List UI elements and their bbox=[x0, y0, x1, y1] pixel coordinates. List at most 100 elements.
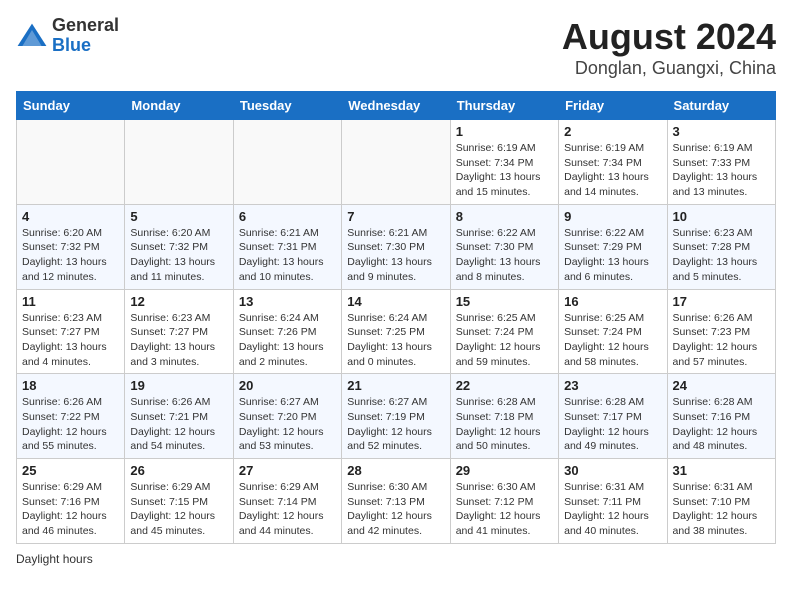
logo-icon bbox=[16, 22, 48, 50]
day-info: Sunrise: 6:22 AM Sunset: 7:30 PM Dayligh… bbox=[456, 226, 553, 285]
day-number: 9 bbox=[564, 209, 661, 224]
calendar-day-cell: 19Sunrise: 6:26 AM Sunset: 7:21 PM Dayli… bbox=[125, 374, 233, 459]
calendar-day-cell: 7 Sunrise: 6:21 AM Sunset: 7:30 PM Daylig… bbox=[342, 204, 450, 289]
day-info: Sunrise: 6:31 AM Sunset: 7:10 PM Dayligh… bbox=[673, 480, 770, 539]
calendar-day-cell: 21Sunrise: 6:27 AM Sunset: 7:19 PM Dayli… bbox=[342, 374, 450, 459]
calendar-day-cell: 30 Sunrise: 6:31 AM Sunset: 7:11 PM Dayli… bbox=[559, 459, 667, 544]
logo-general: General bbox=[52, 15, 119, 35]
day-number: 15 bbox=[456, 294, 553, 309]
day-number: 3 bbox=[673, 124, 770, 139]
footer-label: Daylight hours bbox=[16, 552, 93, 566]
calendar-week-row: 25Sunrise: 6:29 AM Sunset: 7:16 PM Dayli… bbox=[17, 459, 776, 544]
calendar-day-cell: 15Sunrise: 6:25 AM Sunset: 7:24 PM Dayli… bbox=[450, 289, 558, 374]
day-number: 26 bbox=[130, 463, 227, 478]
day-number: 24 bbox=[673, 378, 770, 393]
day-info: Sunrise: 6:28 AM Sunset: 7:18 PM Dayligh… bbox=[456, 395, 553, 454]
day-number: 8 bbox=[456, 209, 553, 224]
day-info: Sunrise: 6:29 AM Sunset: 7:16 PM Dayligh… bbox=[22, 480, 119, 539]
day-number: 20 bbox=[239, 378, 336, 393]
day-number: 23 bbox=[564, 378, 661, 393]
calendar-day-cell: 27 Sunrise: 6:29 AM Sunset: 7:14 PM Dayli… bbox=[233, 459, 341, 544]
calendar-day-cell bbox=[233, 120, 341, 205]
day-number: 28 bbox=[347, 463, 444, 478]
calendar-header-cell: Sunday bbox=[17, 92, 125, 120]
day-number: 21 bbox=[347, 378, 444, 393]
day-info: Sunrise: 6:24 AM Sunset: 7:25 PM Dayligh… bbox=[347, 311, 444, 370]
day-number: 17 bbox=[673, 294, 770, 309]
calendar-day-cell: 11 Sunrise: 6:23 AM Sunset: 7:27 PM Dayli… bbox=[17, 289, 125, 374]
calendar-week-row: 4 Sunrise: 6:20 AM Sunset: 7:32 PM Daylig… bbox=[17, 204, 776, 289]
day-info: Sunrise: 6:21 AM Sunset: 7:30 PM Dayligh… bbox=[347, 226, 444, 285]
calendar-day-cell: 14 Sunrise: 6:24 AM Sunset: 7:25 PM Dayli… bbox=[342, 289, 450, 374]
calendar-day-cell: 9Sunrise: 6:22 AM Sunset: 7:29 PM Daylig… bbox=[559, 204, 667, 289]
calendar-header-cell: Monday bbox=[125, 92, 233, 120]
day-info: Sunrise: 6:23 AM Sunset: 7:27 PM Dayligh… bbox=[130, 311, 227, 370]
day-number: 2 bbox=[564, 124, 661, 139]
calendar-day-cell bbox=[342, 120, 450, 205]
day-number: 4 bbox=[22, 209, 119, 224]
day-info: Sunrise: 6:25 AM Sunset: 7:24 PM Dayligh… bbox=[564, 311, 661, 370]
day-info: Sunrise: 6:20 AM Sunset: 7:32 PM Dayligh… bbox=[22, 226, 119, 285]
calendar-day-cell: 23 Sunrise: 6:28 AM Sunset: 7:17 PM Dayli… bbox=[559, 374, 667, 459]
calendar-day-cell: 6 Sunrise: 6:21 AM Sunset: 7:31 PM Daylig… bbox=[233, 204, 341, 289]
day-number: 27 bbox=[239, 463, 336, 478]
calendar-week-row: 18Sunrise: 6:26 AM Sunset: 7:22 PM Dayli… bbox=[17, 374, 776, 459]
calendar-day-cell: 13 Sunrise: 6:24 AM Sunset: 7:26 PM Dayli… bbox=[233, 289, 341, 374]
day-info: Sunrise: 6:19 AM Sunset: 7:34 PM Dayligh… bbox=[456, 141, 553, 200]
calendar-header-cell: Saturday bbox=[667, 92, 775, 120]
day-info: Sunrise: 6:31 AM Sunset: 7:11 PM Dayligh… bbox=[564, 480, 661, 539]
calendar-day-cell: 8 Sunrise: 6:22 AM Sunset: 7:30 PM Daylig… bbox=[450, 204, 558, 289]
day-info: Sunrise: 6:30 AM Sunset: 7:12 PM Dayligh… bbox=[456, 480, 553, 539]
day-number: 13 bbox=[239, 294, 336, 309]
day-number: 30 bbox=[564, 463, 661, 478]
logo-text: General Blue bbox=[52, 16, 119, 56]
day-number: 6 bbox=[239, 209, 336, 224]
day-number: 18 bbox=[22, 378, 119, 393]
calendar-day-cell: 3 Sunrise: 6:19 AM Sunset: 7:33 PM Daylig… bbox=[667, 120, 775, 205]
day-number: 5 bbox=[130, 209, 227, 224]
day-info: Sunrise: 6:26 AM Sunset: 7:23 PM Dayligh… bbox=[673, 311, 770, 370]
day-number: 14 bbox=[347, 294, 444, 309]
calendar-day-cell: 31Sunrise: 6:31 AM Sunset: 7:10 PM Dayli… bbox=[667, 459, 775, 544]
calendar-header-cell: Thursday bbox=[450, 92, 558, 120]
calendar-day-cell: 12Sunrise: 6:23 AM Sunset: 7:27 PM Dayli… bbox=[125, 289, 233, 374]
day-info: Sunrise: 6:28 AM Sunset: 7:16 PM Dayligh… bbox=[673, 395, 770, 454]
calendar-day-cell: 1 Sunrise: 6:19 AM Sunset: 7:34 PM Daylig… bbox=[450, 120, 558, 205]
calendar-day-cell: 4 Sunrise: 6:20 AM Sunset: 7:32 PM Daylig… bbox=[17, 204, 125, 289]
day-number: 29 bbox=[456, 463, 553, 478]
day-info: Sunrise: 6:21 AM Sunset: 7:31 PM Dayligh… bbox=[239, 226, 336, 285]
day-number: 22 bbox=[456, 378, 553, 393]
day-info: Sunrise: 6:29 AM Sunset: 7:15 PM Dayligh… bbox=[130, 480, 227, 539]
day-info: Sunrise: 6:27 AM Sunset: 7:20 PM Dayligh… bbox=[239, 395, 336, 454]
day-info: Sunrise: 6:24 AM Sunset: 7:26 PM Dayligh… bbox=[239, 311, 336, 370]
title-block: August 2024 Donglan, Guangxi, China bbox=[562, 16, 776, 79]
day-info: Sunrise: 6:23 AM Sunset: 7:27 PM Dayligh… bbox=[22, 311, 119, 370]
calendar-day-cell: 2 Sunrise: 6:19 AM Sunset: 7:34 PM Daylig… bbox=[559, 120, 667, 205]
calendar-header-cell: Wednesday bbox=[342, 92, 450, 120]
day-number: 10 bbox=[673, 209, 770, 224]
header: General Blue August 2024 Donglan, Guangx… bbox=[16, 16, 776, 79]
calendar-day-cell: 22 Sunrise: 6:28 AM Sunset: 7:18 PM Dayli… bbox=[450, 374, 558, 459]
day-info: Sunrise: 6:28 AM Sunset: 7:17 PM Dayligh… bbox=[564, 395, 661, 454]
calendar-day-cell bbox=[125, 120, 233, 205]
calendar-day-cell: 16 Sunrise: 6:25 AM Sunset: 7:24 PM Dayli… bbox=[559, 289, 667, 374]
calendar-day-cell: 24 Sunrise: 6:28 AM Sunset: 7:16 PM Dayli… bbox=[667, 374, 775, 459]
day-number: 1 bbox=[456, 124, 553, 139]
day-info: Sunrise: 6:29 AM Sunset: 7:14 PM Dayligh… bbox=[239, 480, 336, 539]
day-number: 19 bbox=[130, 378, 227, 393]
day-info: Sunrise: 6:19 AM Sunset: 7:34 PM Dayligh… bbox=[564, 141, 661, 200]
calendar-day-cell bbox=[17, 120, 125, 205]
calendar-day-cell: 10Sunrise: 6:23 AM Sunset: 7:28 PM Dayli… bbox=[667, 204, 775, 289]
calendar-week-row: 11 Sunrise: 6:23 AM Sunset: 7:27 PM Dayli… bbox=[17, 289, 776, 374]
footer: Daylight hours bbox=[16, 552, 776, 566]
day-number: 16 bbox=[564, 294, 661, 309]
calendar-table: SundayMondayTuesdayWednesdayThursdayFrid… bbox=[16, 91, 776, 544]
day-number: 11 bbox=[22, 294, 119, 309]
calendar-header-cell: Friday bbox=[559, 92, 667, 120]
day-number: 7 bbox=[347, 209, 444, 224]
calendar-header-row: SundayMondayTuesdayWednesdayThursdayFrid… bbox=[17, 92, 776, 120]
day-info: Sunrise: 6:30 AM Sunset: 7:13 PM Dayligh… bbox=[347, 480, 444, 539]
day-info: Sunrise: 6:19 AM Sunset: 7:33 PM Dayligh… bbox=[673, 141, 770, 200]
calendar-day-cell: 20 Sunrise: 6:27 AM Sunset: 7:20 PM Dayli… bbox=[233, 374, 341, 459]
page-title: August 2024 bbox=[562, 16, 776, 58]
